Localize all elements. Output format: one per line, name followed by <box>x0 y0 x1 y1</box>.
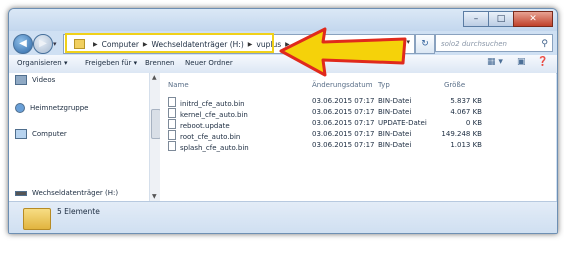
search-icon[interactable]: ⚲ <box>541 35 548 53</box>
minimize-button[interactable]: – <box>463 11 489 27</box>
organize-menu[interactable]: Organisieren ▾ <box>17 59 68 67</box>
computer-icon <box>15 129 27 139</box>
forward-button[interactable]: ▶ <box>33 34 53 54</box>
file-icon <box>168 119 176 129</box>
arrow-shape <box>279 27 407 77</box>
window-controls: – □ ✕ <box>463 11 553 27</box>
refresh-icon: ↻ <box>421 39 429 49</box>
nav-item-removable-drive[interactable]: Wechseldatenträger (H:) <box>15 189 118 197</box>
file-list: Name Änderungsdatum Typ Größe initrd_cfe… <box>160 73 556 201</box>
table-row[interactable]: kernel_cfe_auto.bin 03.06.2015 07:17 BIN… <box>160 108 556 119</box>
table-row[interactable]: reboot.update 03.06.2015 07:17 UPDATE-Da… <box>160 119 556 130</box>
help-icon[interactable]: ❓ <box>537 57 548 67</box>
column-name[interactable]: Name <box>168 81 189 89</box>
scroll-up-icon[interactable]: ▲ <box>152 74 157 81</box>
video-folder-icon <box>15 75 27 85</box>
new-folder-button[interactable]: Neuer Ordner <box>185 59 233 67</box>
navigation-pane: Videos Heimnetzgruppe Computer Wechselda… <box>9 73 150 201</box>
arrow-right-icon: ▶ <box>39 38 47 49</box>
search-input[interactable]: solo2 durchsuchen ⚲ <box>435 34 553 52</box>
nav-item-videos[interactable]: Videos <box>15 75 55 85</box>
details-pane: 5 Elemente <box>9 201 557 233</box>
scroll-down-icon[interactable]: ▼ <box>152 193 157 200</box>
table-row[interactable]: initrd_cfe_auto.bin 03.06.2015 07:17 BIN… <box>160 97 556 108</box>
item-count: 5 Elemente <box>57 207 100 216</box>
arrow-left-icon: ◀ <box>19 38 27 49</box>
nav-item-homegroup[interactable]: Heimnetzgruppe <box>15 103 88 113</box>
maximize-button[interactable]: □ <box>488 11 514 27</box>
burn-button[interactable]: Brennen <box>145 59 174 67</box>
file-icon <box>168 108 176 118</box>
arrow-annotation-icon <box>279 27 407 77</box>
preview-pane-icon[interactable]: ▣ <box>517 57 526 67</box>
table-row[interactable]: splash_cfe_auto.bin 03.06.2015 07:17 BIN… <box>160 141 556 152</box>
back-button[interactable]: ◀ <box>13 34 33 54</box>
column-type[interactable]: Typ <box>378 81 390 89</box>
nav-item-computer[interactable]: Computer <box>15 129 67 139</box>
address-highlight-box <box>65 33 274 53</box>
close-button[interactable]: ✕ <box>513 11 553 27</box>
refresh-button[interactable]: ↻ <box>415 34 435 54</box>
column-date[interactable]: Änderungsdatum <box>312 81 373 89</box>
table-row[interactable]: root_cfe_auto.bin 03.06.2015 07:17 BIN-D… <box>160 130 556 141</box>
column-size[interactable]: Größe <box>444 81 465 89</box>
search-placeholder: solo2 durchsuchen <box>441 40 507 48</box>
drive-icon <box>15 190 27 196</box>
share-menu[interactable]: Freigeben für ▾ <box>85 59 137 67</box>
view-options-icon[interactable]: ▦ ▾ <box>487 57 503 67</box>
file-icon <box>168 130 176 140</box>
file-icon <box>168 97 176 107</box>
explorer-window: – □ ✕ ◀ ▶ ▾ ▶ Computer ▶ Wechseldatenträ… <box>8 8 558 234</box>
folder-icon <box>23 208 51 230</box>
homegroup-icon <box>15 103 25 113</box>
recent-pages-dropdown[interactable]: ▾ <box>53 40 57 48</box>
file-icon <box>168 141 176 151</box>
